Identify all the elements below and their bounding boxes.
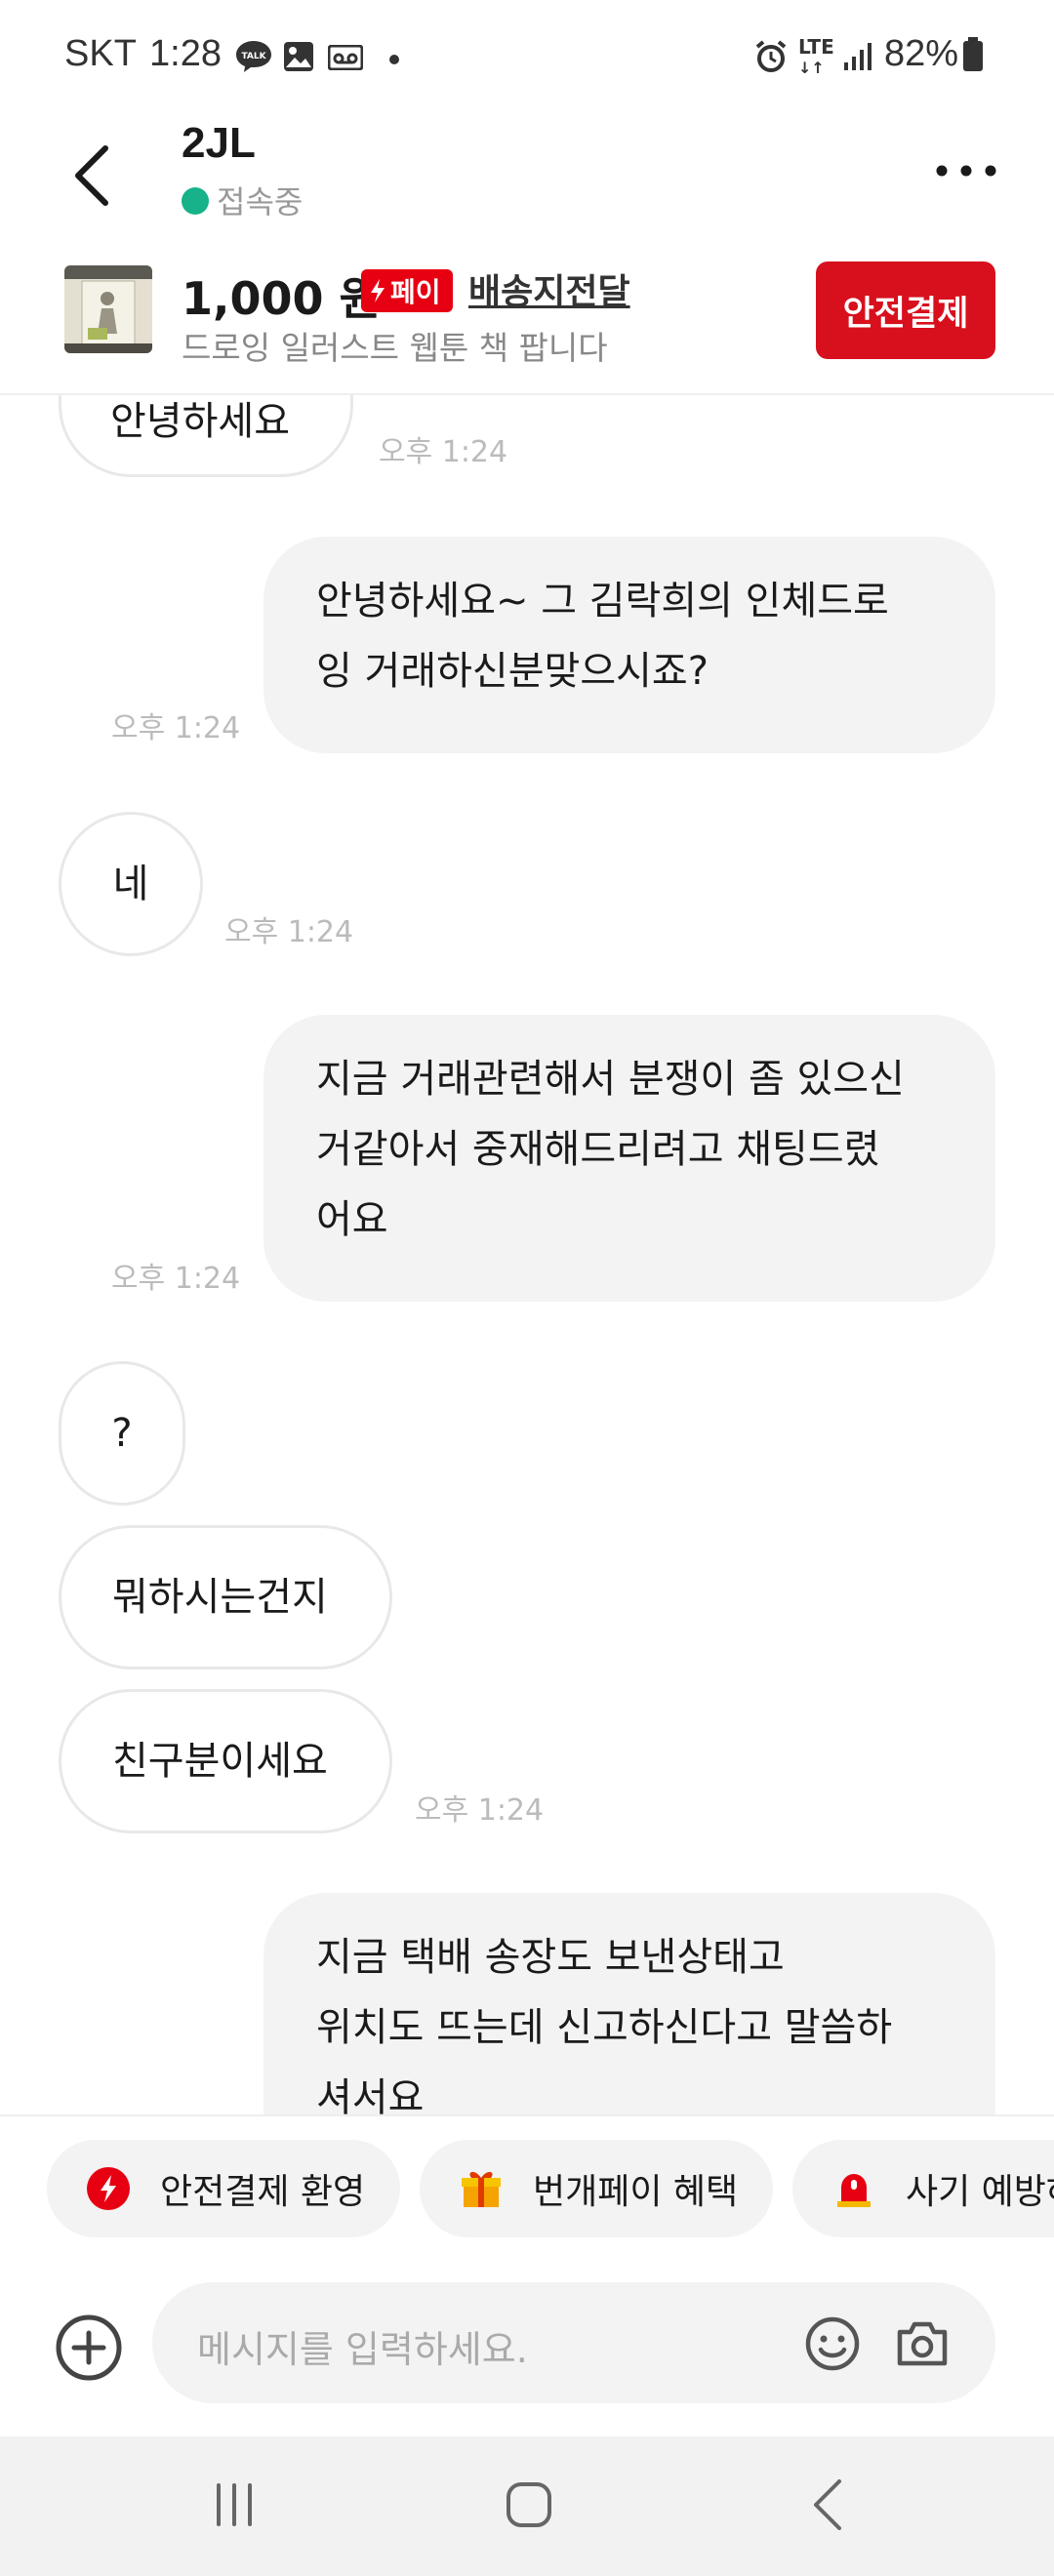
- message-time: 오후 1:24: [111, 711, 241, 745]
- pay-badge: 페이: [361, 269, 453, 312]
- message-input-placeholder: 메시지를 입력하세요.: [197, 2328, 528, 2371]
- pay-badge-label: 페이: [390, 276, 441, 308]
- camera-icon: [897, 2321, 948, 2366]
- battery-percent: 82%: [884, 33, 959, 74]
- recent-apps-button[interactable]: [205, 2475, 264, 2538]
- more-dots-icon: [936, 165, 996, 177]
- svg-text:TALK: TALK: [241, 52, 266, 61]
- online-status-text: 접속중: [217, 183, 304, 221]
- message-text-line: 셔서요: [316, 2075, 425, 2114]
- camera-button[interactable]: [894, 2315, 951, 2376]
- home-icon: [507, 2482, 551, 2527]
- more-options-button[interactable]: [932, 156, 1000, 185]
- message-composer: 메시지를 입력하세요.: [0, 2261, 1054, 2436]
- back-icon: [814, 2479, 841, 2530]
- message-input[interactable]: 메시지를 입력하세요.: [152, 2282, 995, 2403]
- home-button[interactable]: [500, 2475, 558, 2538]
- gallery-icon: [283, 41, 314, 76]
- shipping-link[interactable]: 배송지전달: [468, 263, 630, 314]
- back-button[interactable]: [59, 127, 127, 215]
- message-bubble-received[interactable]: 안녕하세요: [59, 395, 353, 477]
- message-text-line: 어요: [316, 1197, 388, 1242]
- product-thumbnail[interactable]: [64, 265, 152, 353]
- safe-pay-button[interactable]: 안전결제: [816, 262, 995, 359]
- attach-button[interactable]: [55, 2314, 123, 2386]
- online-status-dot: [182, 187, 209, 215]
- message-text: 친구분이세요: [112, 1739, 328, 1784]
- lightning-icon: [371, 279, 385, 302]
- message-text-line: 지금 거래관련해서 분쟁이 좀 있으신: [316, 1057, 905, 1102]
- emoji-button[interactable]: [804, 2315, 861, 2376]
- system-back-button[interactable]: [800, 2475, 859, 2538]
- voicemail-icon: [327, 44, 364, 74]
- lightning-icon: [87, 2167, 130, 2210]
- network-label: LTE: [798, 35, 834, 59]
- emoji-icon: [805, 2316, 860, 2371]
- message-time: 오후 1:24: [415, 1793, 545, 1828]
- message-text-line: 거같아서 중재해드리려고 채팅드렸: [316, 1127, 880, 1172]
- carrier-label: SKT: [64, 33, 137, 74]
- product-summary[interactable]: 1,000 원 페이 배송지전달 드로잉 일러스트 웹툰 책 팝니다 안전결제: [0, 234, 1054, 395]
- message-text-line: 안녕하세요~ 그 김락희의 인체드로: [316, 579, 889, 624]
- product-title: 드로잉 일러스트 웹툰 책 팝니다: [182, 329, 608, 367]
- message-text-line: 위치도 뜨는데 신고하신다고 말씀하: [316, 2005, 893, 2050]
- message-text: 안녕하세요: [110, 399, 290, 444]
- message-bubble-received[interactable]: 친구분이세요: [59, 1689, 392, 1833]
- message-time: 오후 1:24: [224, 915, 354, 949]
- message-bubble-sent[interactable]: 지금 택배 송장도 보낸상태고 위치도 뜨는데 신고하신다고 말씀하 셔서요: [264, 1893, 995, 2114]
- chip-label: 안전결제 환영: [160, 2172, 366, 2212]
- book-image-icon: [64, 265, 152, 353]
- system-navigation-bar: [0, 2436, 1054, 2576]
- back-arrow-icon: [75, 145, 108, 206]
- battery-icon: [962, 37, 984, 76]
- recent-apps-icon: [217, 2483, 252, 2526]
- message-bubble-received[interactable]: ?: [59, 1361, 185, 1506]
- peer-name[interactable]: 2JL: [182, 119, 256, 168]
- message-bubble-received[interactable]: 네: [59, 812, 203, 956]
- quick-action-chips[interactable]: 안전결제 환영 번개페이 혜택 사기 예방하기: [0, 2114, 1054, 2261]
- dot-icon: [388, 51, 400, 69]
- message-text: 네: [112, 862, 149, 906]
- alarm-icon: [753, 39, 789, 78]
- product-price: 1,000 원: [182, 272, 381, 325]
- message-text-line: 지금 택배 송장도 보낸상태고: [316, 1935, 785, 1980]
- message-bubble-received[interactable]: 뭐하시는건지: [59, 1525, 392, 1670]
- lte-icon: LTE ↓↑: [798, 35, 834, 77]
- message-time: 오후 1:24: [111, 1262, 241, 1296]
- message-bubble-sent[interactable]: 안녕하세요~ 그 김락희의 인체드로 잉 거래하신분맞으시죠?: [264, 537, 995, 753]
- message-list[interactable]: 안녕하세요 오후 1:24 안녕하세요~ 그 김락희의 인체드로 잉 거래하신분…: [0, 395, 1054, 2114]
- talk-icon: TALK: [234, 39, 273, 78]
- message-text-line: 잉 거래하신분맞으시죠?: [316, 649, 709, 694]
- message-text: ?: [111, 1411, 133, 1456]
- status-bar: SKT 1:28 TALK LTE ↓↑ 82%: [0, 0, 1054, 107]
- chat-header: 2JL 접속중: [0, 107, 1054, 234]
- message-bubble-sent[interactable]: 지금 거래관련해서 분쟁이 좀 있으신 거같아서 중재해드리려고 채팅드렸 어요: [264, 1015, 995, 1302]
- plus-circle-icon: [56, 2314, 122, 2381]
- chip-fraud-prevention[interactable]: 사기 예방하기: [792, 2140, 1054, 2237]
- gift-icon: [462, 2171, 501, 2207]
- chip-safe-pay-welcome[interactable]: 안전결제 환영: [47, 2140, 400, 2237]
- message-time: 오후 1:24: [379, 435, 508, 469]
- siren-icon: [837, 2174, 871, 2207]
- chip-label: 사기 예방하기: [906, 2172, 1054, 2212]
- message-text: 뭐하시는건지: [112, 1575, 328, 1620]
- clock: 1:28: [149, 33, 222, 74]
- signal-icon: [843, 41, 874, 74]
- chip-label: 번개페이 혜택: [533, 2172, 739, 2212]
- chip-pay-benefit[interactable]: 번개페이 혜택: [420, 2140, 773, 2237]
